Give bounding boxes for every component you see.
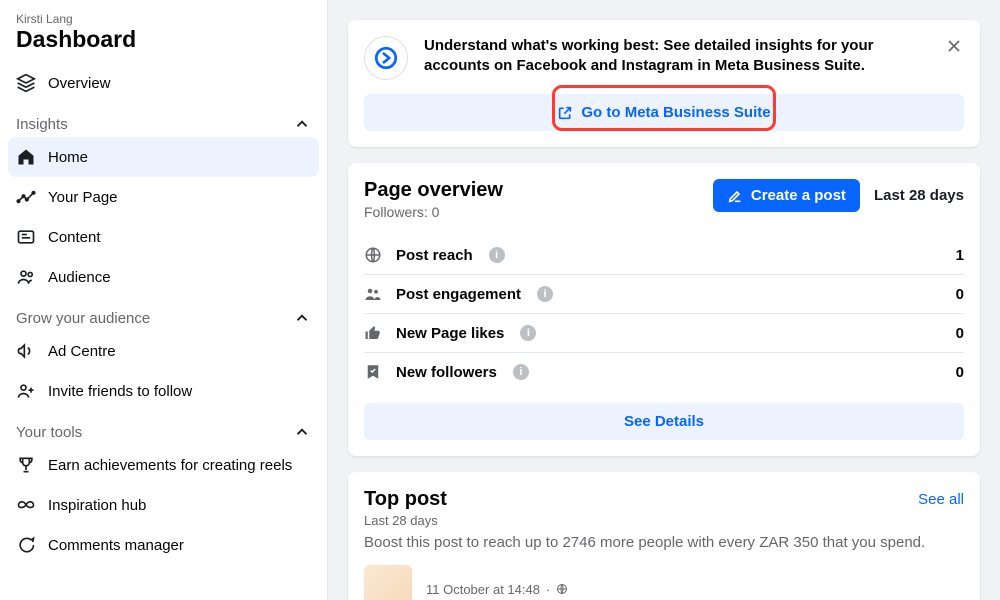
sidebar-item-your-page[interactable]: Your Page [8,177,319,217]
top-post-item[interactable]: 11 October at 14:48 · [364,565,964,600]
sidebar-item-content[interactable]: Content [8,217,319,257]
create-post-button[interactable]: Create a post [713,179,860,212]
metric-post-reach: Post reach i 1 [364,236,964,275]
metric-value: 1 [956,247,964,264]
main-content: Understand what's working best: See deta… [328,0,1000,600]
sidebar-item-ad-centre[interactable]: Ad Centre [8,331,319,371]
trend-icon [16,187,36,207]
top-post-card: Top post See all Last 28 days Boost this… [348,472,980,600]
compose-icon [727,188,743,204]
sidebar-item-label: Earn achievements for creating reels [48,457,292,474]
post-thumbnail [364,565,412,600]
info-icon[interactable]: i [537,286,553,302]
sidebar-item-inspiration[interactable]: Inspiration hub [8,485,319,525]
metric-value: 0 [956,286,964,303]
trophy-icon [16,455,36,475]
people-icon [364,285,384,303]
sidebar-item-label: Audience [48,269,111,286]
post-date: 11 October at 14:48 [426,582,540,597]
thumbs-up-icon [364,324,384,342]
section-grow[interactable]: Grow your audience [8,297,319,331]
globe-icon [556,583,568,595]
top-post-period: Last 28 days [364,513,964,528]
sidebar-item-home[interactable]: Home [8,137,319,177]
sidebar-item-label: Home [48,149,88,166]
see-details-button[interactable]: See Details [364,403,964,440]
metric-post-engagement: Post engagement i 0 [364,275,964,314]
sidebar-item-label: Inspiration hub [48,497,146,514]
see-all-link[interactable]: See all [918,491,964,508]
metric-new-page-likes: New Page likes i 0 [364,314,964,353]
sidebar-item-label: Content [48,229,101,246]
sidebar-item-overview[interactable]: Overview [8,63,319,103]
banner-text: Understand what's working best: See deta… [424,36,964,77]
info-icon[interactable]: i [520,325,536,341]
audience-icon [16,267,36,287]
chevron-up-icon [293,115,311,133]
metric-value: 0 [956,364,964,381]
page-overview-card: Page overview Followers: 0 Create a post… [348,163,980,456]
sidebar-item-label: Overview [48,75,111,92]
sidebar-item-invite[interactable]: Invite friends to follow [8,371,319,411]
top-post-description: Boost this post to reach up to 2746 more… [364,534,964,551]
promo-banner: Understand what's working best: See deta… [348,20,980,147]
sidebar-item-label: Ad Centre [48,343,116,360]
external-link-icon [557,105,573,121]
section-tools[interactable]: Your tools [8,411,319,445]
globe-icon [364,246,384,264]
cta-label: Go to Meta Business Suite [581,104,770,121]
chevron-up-icon [293,423,311,441]
sidebar: Kirsti Lang Dashboard Overview Insights … [0,0,328,600]
page-title: Dashboard [8,26,319,63]
sidebar-item-label: Comments manager [48,537,184,554]
stack-icon [16,73,36,93]
megaphone-icon [16,341,36,361]
invite-icon [16,381,36,401]
user-name: Kirsti Lang [8,12,319,26]
section-insights[interactable]: Insights [8,103,319,137]
info-icon[interactable]: i [513,364,529,380]
top-post-title: Top post [364,488,447,511]
info-icon[interactable]: i [489,247,505,263]
sidebar-item-audience[interactable]: Audience [8,257,319,297]
sidebar-item-label: Your Page [48,189,118,206]
meta-suite-icon [364,36,408,80]
chevron-up-icon [293,309,311,327]
metric-value: 0 [956,325,964,342]
go-to-meta-suite-button[interactable]: Go to Meta Business Suite [364,94,964,131]
overview-title: Page overview [364,179,503,202]
comment-icon [16,535,36,555]
home-icon [16,147,36,167]
sidebar-item-achievements[interactable]: Earn achievements for creating reels [8,445,319,485]
close-icon[interactable] [944,36,964,56]
period-label: Last 28 days [874,187,964,204]
bookmark-check-icon [364,363,384,381]
followers-label: Followers: 0 [364,204,503,220]
butterfly-icon [16,495,36,515]
sidebar-item-label: Invite friends to follow [48,383,192,400]
metric-new-followers: New followers i 0 [364,353,964,391]
sidebar-item-comments[interactable]: Comments manager [8,525,319,565]
content-icon [16,227,36,247]
